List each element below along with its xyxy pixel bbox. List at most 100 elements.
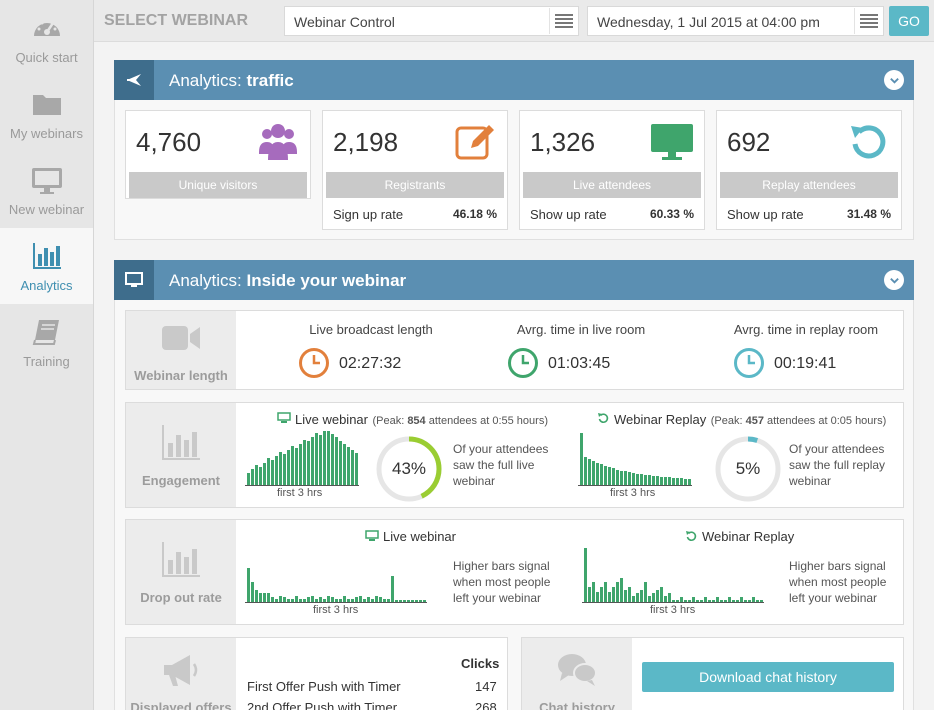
traffic-panel-header[interactable]: Analytics: traffic [114, 60, 914, 100]
histogram-bar [307, 441, 310, 485]
date-select[interactable]: Wednesday, 1 Jul 2015 at 04:00 pm [587, 6, 884, 36]
rate-value: 60.33 % [649, 207, 694, 221]
histogram-bar [588, 459, 591, 485]
axis-line [582, 602, 764, 603]
histogram-bar [303, 440, 306, 485]
histogram-bar [588, 587, 591, 602]
histogram-bar [251, 469, 254, 485]
histogram-bar [596, 463, 599, 485]
sidebar-item-new-webinar[interactable]: New webinar [0, 152, 93, 228]
chat-card: Chat history Download chat history [521, 637, 904, 710]
histogram-bar [271, 460, 274, 485]
chat-side: Chat history [522, 638, 632, 710]
chevron-down-icon[interactable] [884, 70, 904, 90]
monitor-icon [365, 530, 379, 541]
histogram-bar [620, 578, 623, 602]
histogram-bar [315, 433, 318, 485]
avg-live-time-label: Avrg. time in live room [516, 322, 646, 337]
sidebar-item-analytics[interactable]: Analytics [0, 228, 93, 304]
sidebar-item-label: New webinar [8, 201, 85, 217]
avg-replay-time-value: 00:19:41 [774, 355, 837, 372]
histogram-bar [612, 587, 615, 602]
histogram-bar [600, 464, 603, 485]
folder-icon [32, 94, 61, 115]
rate-value: 46.18 % [452, 207, 497, 221]
chat-bubbles-icon [558, 653, 597, 686]
offers-side: Displayed offers [126, 638, 236, 710]
histogram-bar [584, 457, 587, 485]
histogram-bar [636, 474, 639, 485]
stat-card-replay-attendees: 692 Replay attendees Show up rate 31.48 … [716, 110, 902, 230]
webinar-select[interactable]: Webinar Control [284, 6, 579, 36]
engagement-label: Engagement [141, 472, 220, 488]
sidebar: Quick start My webinars New webinar Anal… [0, 0, 94, 710]
webinar-select-menu-button[interactable] [549, 8, 577, 34]
histogram-bar [323, 431, 326, 485]
replay-icon [686, 531, 697, 541]
histogram-bar [592, 461, 595, 485]
histogram-bar [664, 477, 667, 485]
histogram-bar [259, 467, 262, 485]
chevron-down-icon[interactable] [884, 270, 904, 290]
avg-live-time-value: 01:03:45 [548, 355, 611, 372]
histogram-bar [640, 590, 643, 602]
histogram-bar [263, 593, 266, 602]
live-dropout-desc: Higher bars signal when most people left… [453, 559, 551, 605]
avg-replay-time-label: Avrg. time in replay room [733, 322, 879, 337]
histogram-bar [640, 474, 643, 485]
histogram-bar [327, 431, 330, 485]
histogram-bar [656, 476, 659, 485]
sidebar-item-training[interactable]: Training [0, 304, 93, 380]
histogram-bar [604, 582, 607, 602]
axis-line [245, 602, 427, 603]
book-icon [32, 319, 59, 345]
dropout-side: Drop out rate [126, 520, 236, 624]
webinar-length-label: Webinar length [134, 367, 228, 383]
live-dropout-histogram [247, 548, 426, 602]
offer-name: 2nd Offer Push with Timer [247, 700, 398, 710]
histogram-bar [656, 590, 659, 602]
replay-icon [598, 413, 609, 423]
engagement-card: Engagement Live webinar (Peak: 854 atten… [125, 402, 904, 508]
rate-label: Sign up rate [333, 207, 404, 222]
sidebar-item-quick-start[interactable]: Quick start [0, 0, 93, 76]
histogram-bar [628, 587, 631, 602]
sidebar-item-label: Quick start [15, 49, 78, 65]
live-completion-percent: 43% [391, 459, 427, 478]
go-button[interactable]: GO [889, 6, 929, 36]
histogram-bar [584, 548, 587, 602]
histogram-bar [648, 475, 651, 485]
histogram-bar [668, 477, 671, 485]
replay-completion-desc: Of your attendees saw the full replay we… [789, 442, 886, 488]
rate-label: Show up rate [530, 207, 607, 222]
replay-engagement-axis-label: first 3 hrs [610, 487, 656, 499]
date-select-menu-button[interactable] [854, 8, 882, 34]
histogram-bar [592, 582, 595, 602]
histogram-bar [608, 592, 611, 602]
replay-dropout-axis-label: first 3 hrs [650, 604, 696, 616]
histogram-bar [291, 446, 294, 485]
histogram-bar [616, 470, 619, 485]
stat-value: 2,198 [333, 127, 399, 157]
airplane-icon [114, 60, 154, 100]
histogram-bar [632, 473, 635, 485]
download-chat-history-button[interactable]: Download chat history [642, 662, 894, 692]
stat-card-registrants: 2,198 Registrants Sign up rate 46.18 % [322, 110, 508, 230]
histogram-bar [263, 463, 266, 485]
histogram-bar [660, 587, 663, 602]
webinar-length-card: Webinar length Live broadcast length 02:… [125, 310, 904, 390]
histogram-bar [596, 592, 599, 602]
histogram-bar [600, 587, 603, 602]
rate-label: Show up rate [727, 207, 804, 222]
sidebar-item-my-webinars[interactable]: My webinars [0, 76, 93, 152]
users-icon [259, 124, 297, 160]
histogram-bar [616, 582, 619, 602]
histogram-bar [644, 475, 647, 485]
speedometer-icon [33, 19, 60, 36]
inside-panel-header[interactable]: Analytics: Inside your webinar [114, 260, 914, 300]
dropout-live-heading: Live webinar [383, 529, 456, 544]
sidebar-item-label: Training [23, 353, 70, 369]
rate-value: 31.48 % [846, 207, 891, 221]
histogram-bar [311, 437, 314, 485]
histogram-bar [275, 456, 278, 485]
